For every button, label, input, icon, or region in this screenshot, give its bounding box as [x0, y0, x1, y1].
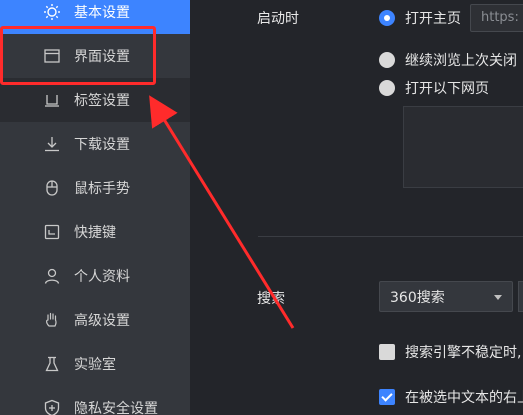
sidebar-item-download-settings[interactable]: 下载设置	[0, 122, 190, 166]
sidebar-item-label: 实验室	[74, 357, 116, 373]
sidebar-item-basic-settings[interactable]: 基本设置	[0, 0, 190, 34]
window-icon	[42, 46, 62, 66]
person-icon	[42, 266, 62, 286]
checkbox-unstable-engine[interactable]: 搜索引擎不稳定时,	[379, 342, 521, 362]
sidebar-item-shortcuts[interactable]: 快捷键	[0, 210, 190, 254]
startup-pages-list[interactable]	[403, 106, 523, 188]
sidebar-item-ui-settings[interactable]: 界面设置	[0, 34, 190, 78]
mouse-icon	[42, 178, 62, 198]
sidebar-item-label: 鼠标手势	[74, 181, 130, 197]
keyboard-shortcut-icon	[42, 222, 62, 242]
sidebar-item-label: 隐私安全设置	[74, 401, 158, 415]
radio-continue-last-session[interactable]: 继续浏览上次关闭	[379, 50, 517, 70]
sun-gear-icon	[42, 2, 62, 22]
shield-plus-icon	[42, 398, 62, 415]
section-divider	[258, 236, 523, 237]
sidebar-item-label: 标签设置	[74, 93, 130, 109]
sidebar-item-label: 快捷键	[74, 225, 116, 241]
sidebar-item-tab-settings[interactable]: 标签设置	[0, 78, 190, 122]
flask-icon	[42, 354, 62, 374]
radio-open-homepage[interactable]: 打开主页	[379, 8, 461, 28]
checkbox-label: 在被选中文本的右上	[405, 390, 523, 406]
startup-section-label: 启动时	[257, 11, 299, 27]
homepage-url-input[interactable]: https:	[470, 4, 523, 32]
tab-icon	[42, 90, 62, 110]
sidebar-item-mouse-gestures[interactable]: 鼠标手势	[0, 166, 190, 210]
radio-dot	[379, 10, 395, 26]
chevron-down-icon	[494, 295, 502, 300]
radio-open-pages[interactable]: 打开以下网页	[379, 78, 489, 98]
checkbox-selected-text-search[interactable]: 在被选中文本的右上	[379, 387, 523, 407]
radio-label: 继续浏览上次关闭	[405, 53, 517, 69]
sidebar-item-advanced[interactable]: 高级设置	[0, 298, 190, 342]
sidebar-item-label: 个人资料	[74, 269, 130, 285]
radio-label: 打开主页	[405, 11, 461, 27]
sidebar-item-lab[interactable]: 实验室	[0, 342, 190, 386]
radio-dot	[379, 52, 395, 68]
search-section-label: 搜索	[257, 291, 285, 307]
radio-label: 打开以下网页	[405, 81, 489, 97]
sidebar-item-label: 界面设置	[74, 49, 130, 65]
sidebar-item-label: 基本设置	[74, 5, 130, 21]
settings-sidebar: 基本设置 界面设置 标签设置 下载设置 鼠标手势 快捷键 个人资料 高级设置 实…	[0, 0, 190, 415]
sidebar-item-label: 下载设置	[74, 137, 130, 153]
radio-dot	[379, 80, 395, 96]
checkbox-box	[379, 344, 395, 360]
checkbox-label: 搜索引擎不稳定时,	[405, 345, 522, 361]
sidebar-item-privacy[interactable]: 隐私安全设置	[0, 386, 190, 415]
search-engine-value: 360搜索	[390, 289, 445, 306]
search-engine-extra-button[interactable]	[518, 281, 523, 312]
search-engine-select[interactable]: 360搜索	[379, 281, 513, 312]
sidebar-item-profile[interactable]: 个人资料	[0, 254, 190, 298]
checkbox-box	[379, 389, 395, 405]
download-icon	[42, 134, 62, 154]
hand-icon	[42, 310, 62, 330]
sidebar-item-label: 高级设置	[74, 313, 130, 329]
